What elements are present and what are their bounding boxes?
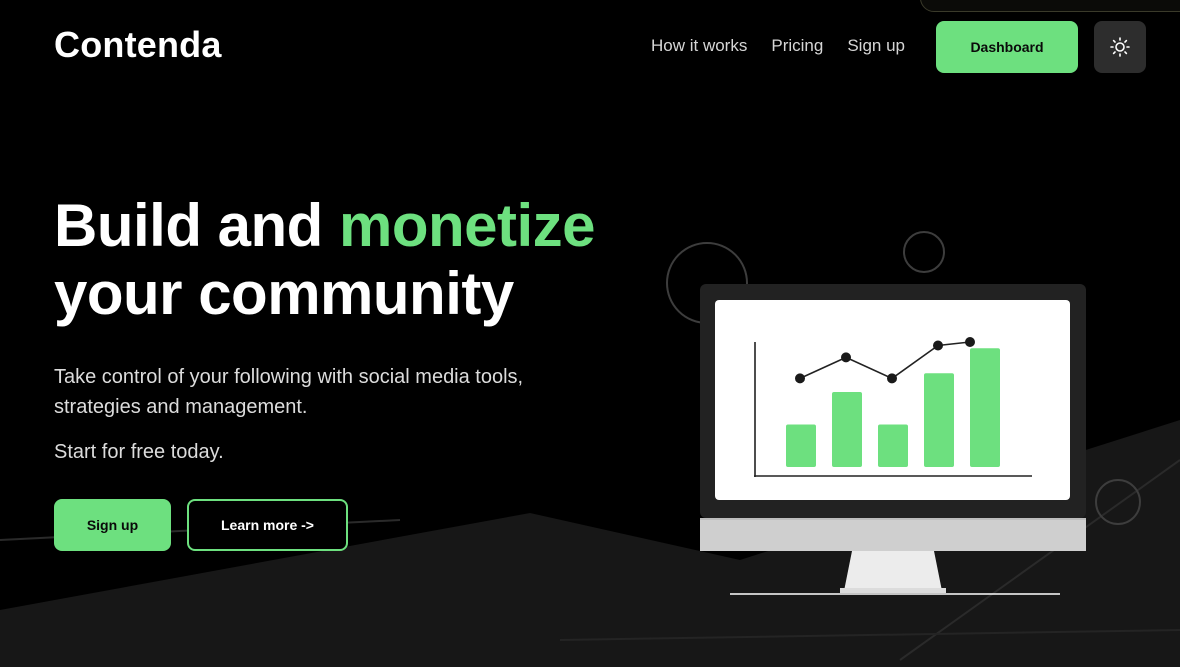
- monitor-stand: [844, 551, 942, 591]
- hero-title-accent: monetize: [338, 192, 596, 259]
- top-notification-pill: [920, 0, 1180, 12]
- brand-logo[interactable]: Contenda: [54, 24, 222, 66]
- monitor-chart-illustration: [700, 284, 1086, 595]
- illustration-trend-point: [965, 337, 975, 347]
- nav-link-sign-up[interactable]: Sign up: [847, 36, 905, 56]
- illustration-bar: [786, 424, 816, 467]
- theme-toggle-button[interactable]: [1094, 21, 1146, 73]
- monitor-chin: [700, 518, 1086, 551]
- main-nav: How it works Pricing Sign up: [651, 20, 933, 72]
- illustration-bar: [924, 373, 954, 467]
- signup-button[interactable]: Sign up: [54, 499, 171, 551]
- nav-link-pricing[interactable]: Pricing: [771, 36, 823, 56]
- illustration-bar: [970, 348, 1000, 467]
- illustration-trend-point: [795, 373, 805, 384]
- hero-title-part2: your community: [54, 260, 514, 327]
- hero-title-part1: Build and: [54, 192, 339, 259]
- hero-cta-text: Start for free today.: [54, 441, 224, 463]
- monitor-screen: [715, 300, 1070, 500]
- illustration-trend-point: [841, 352, 851, 363]
- hero-subtitle: Take control of your following with soci…: [54, 366, 524, 418]
- illustration-bar: [878, 424, 908, 467]
- dashboard-button[interactable]: Dashboard: [936, 21, 1078, 73]
- nav-link-how-it-works[interactable]: How it works: [651, 36, 747, 56]
- illustration-trend-point: [887, 373, 897, 384]
- learn-more-button[interactable]: Learn more ->: [187, 499, 348, 551]
- illustration-trend-point: [933, 340, 943, 351]
- hero-title: Build and monetize your community: [54, 192, 596, 328]
- sun-icon: [1110, 37, 1130, 57]
- illustration-bar: [832, 392, 862, 467]
